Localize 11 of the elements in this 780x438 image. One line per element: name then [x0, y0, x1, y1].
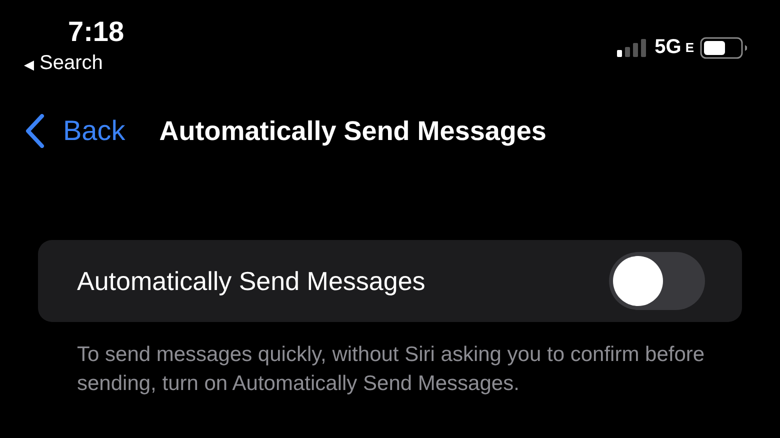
chevron-left-icon [25, 114, 45, 148]
network-suffix: E [685, 40, 694, 55]
network-label: 5G [654, 36, 682, 59]
footer-description: To send messages quickly, without Siri asking you to confirm before sending, turn on Automatically Send Messages. [77, 342, 706, 397]
signal-icon [616, 38, 647, 56]
back-button[interactable]: Back [25, 114, 126, 148]
battery-icon [700, 36, 748, 58]
status-time: 7:18 [68, 15, 124, 49]
setting-label: Automatically Send Messages [77, 266, 426, 296]
back-to-app-link[interactable]: ◀ Search [24, 52, 103, 75]
page-title: Automatically Send Messages [159, 116, 546, 146]
